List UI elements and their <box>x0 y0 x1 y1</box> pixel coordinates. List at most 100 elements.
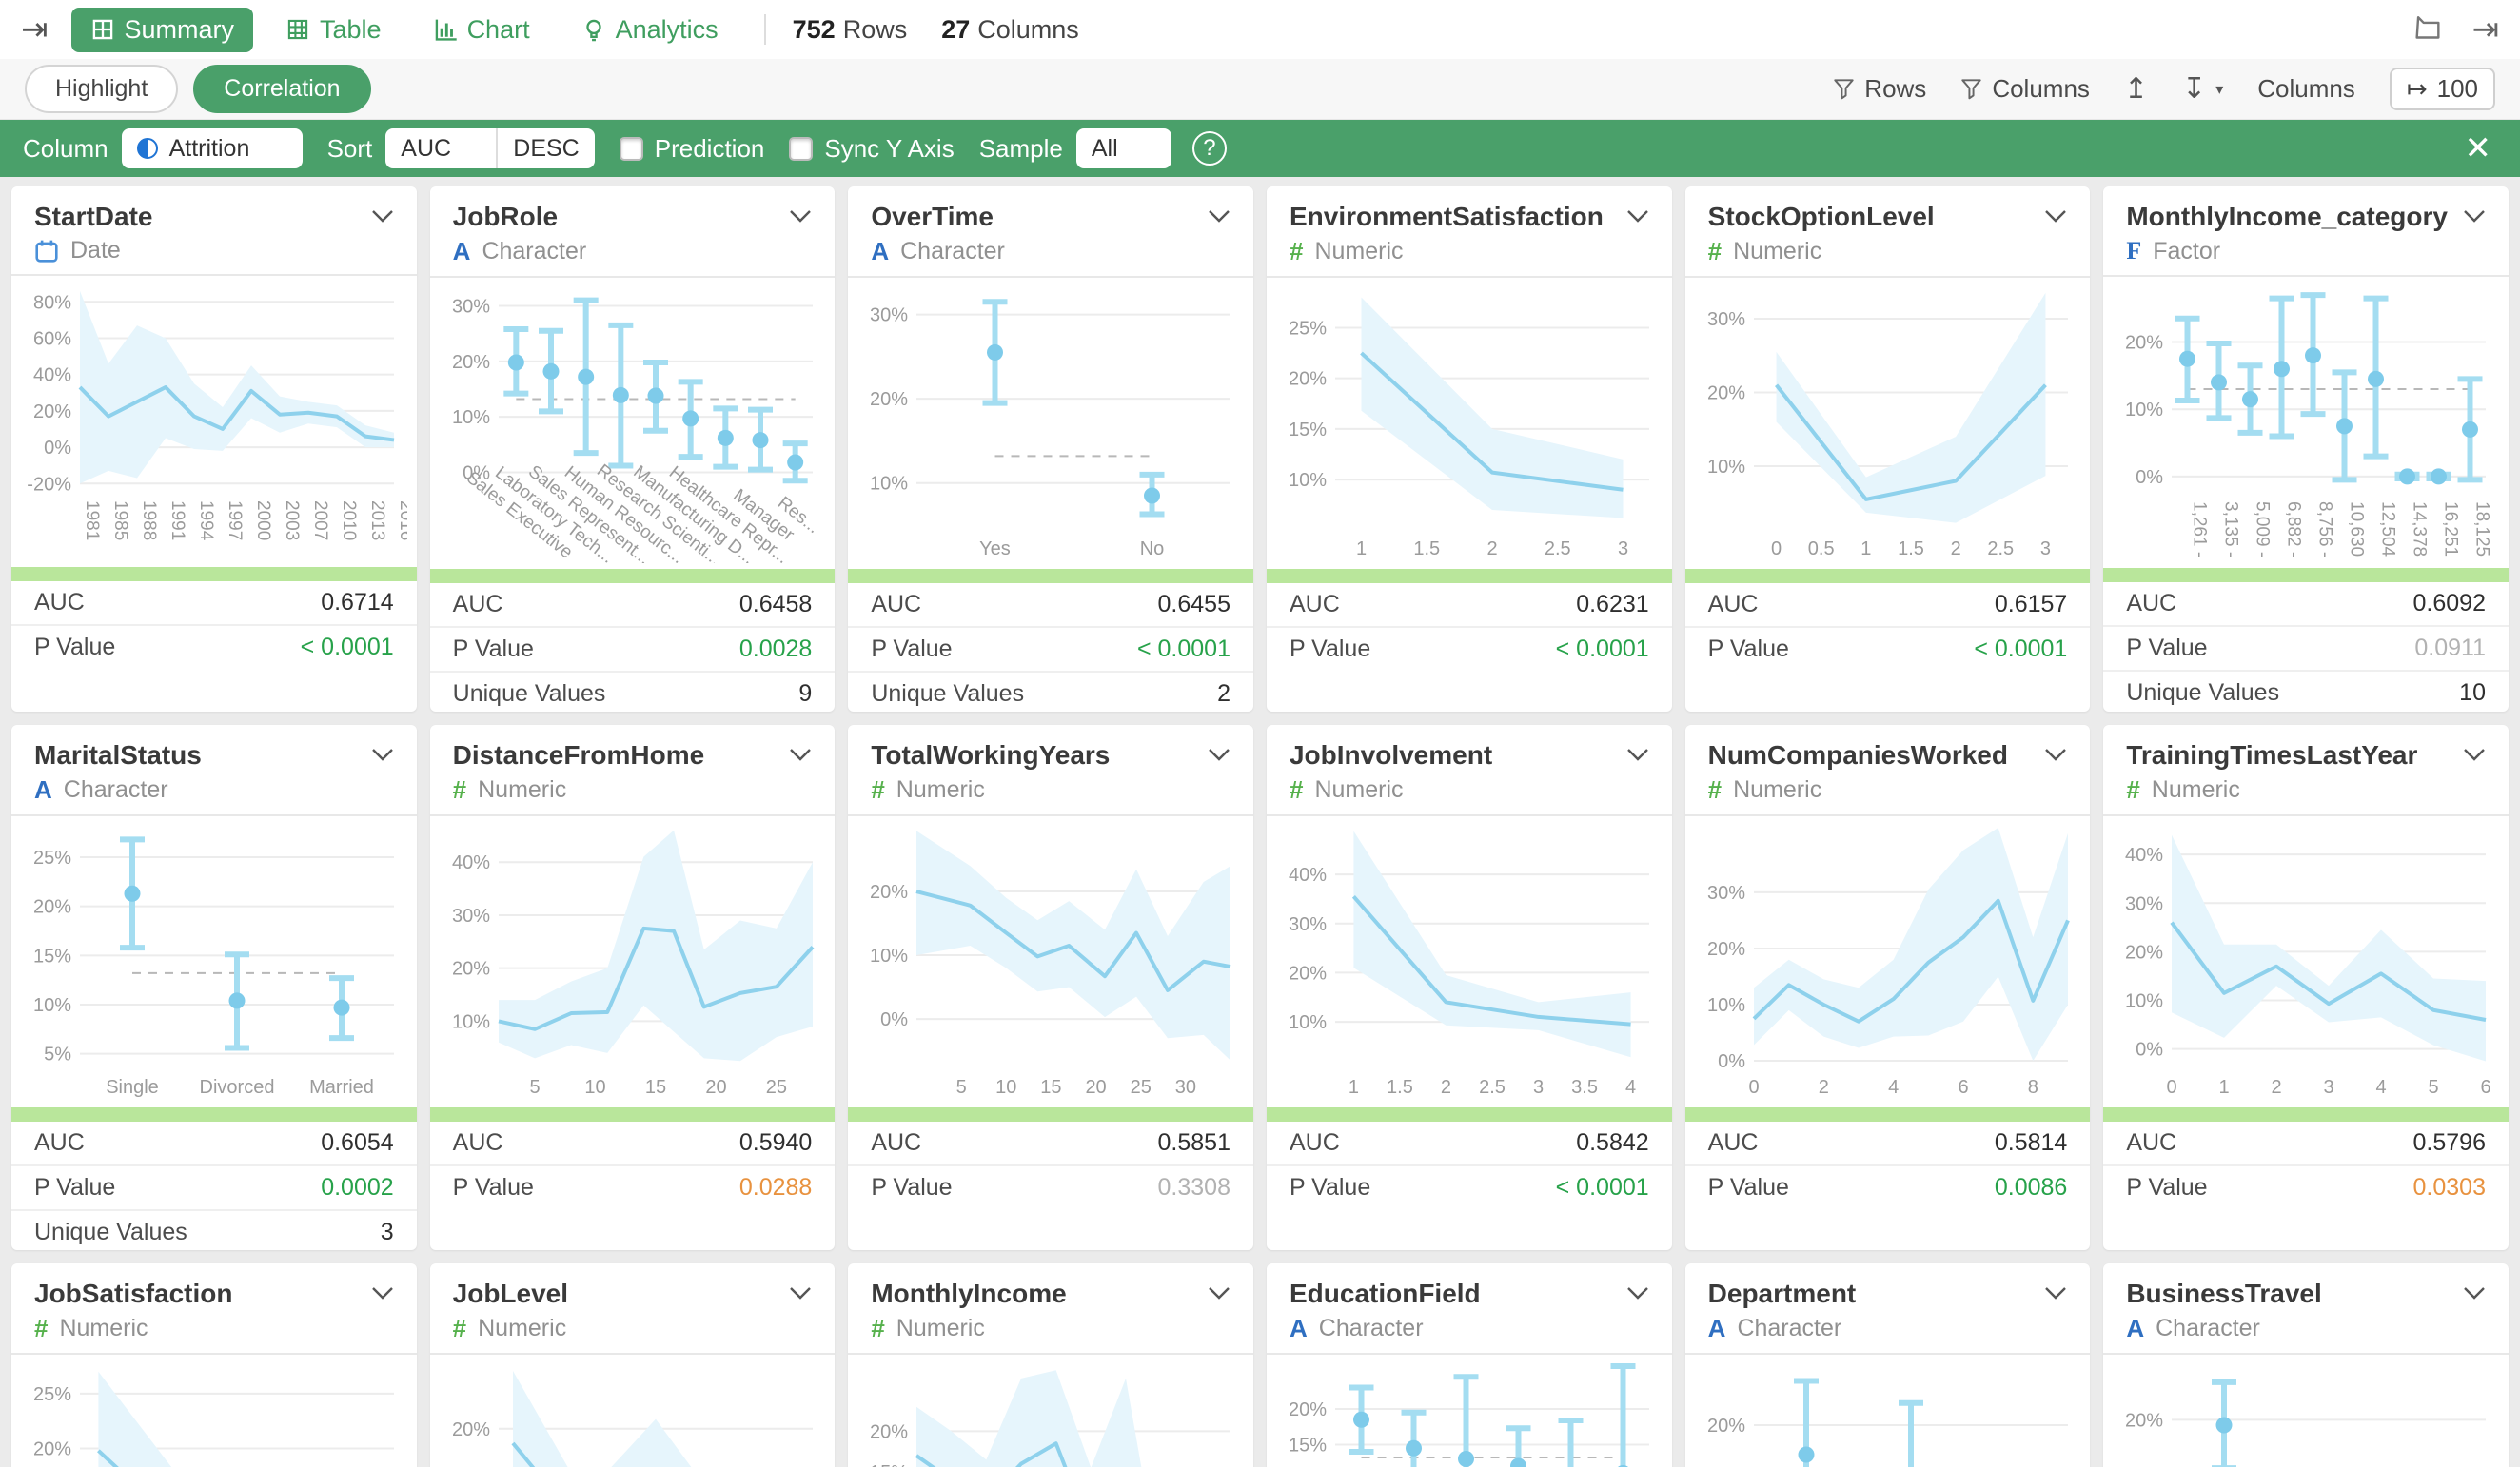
svg-text:12,504 -: 12,504 - <box>2378 501 2398 562</box>
svg-text:20%: 20% <box>2125 1410 2163 1431</box>
metric-label: AUC <box>1290 591 1340 618</box>
chevron-down-icon[interactable] <box>1208 209 1230 223</box>
column-chart: 30%20%10%0%02468 <box>1685 816 2091 1102</box>
chevron-down-icon[interactable] <box>2044 748 2067 761</box>
metric-label: AUC <box>2126 590 2176 617</box>
svg-text:1: 1 <box>1349 1077 1359 1098</box>
svg-text:20%: 20% <box>1289 963 1327 984</box>
svg-text:2.5: 2.5 <box>1987 538 2014 559</box>
tab-analytics[interactable]: Analytics <box>562 8 738 52</box>
column-chart-svg: 40%30%20%10%0%0123456 <box>2113 816 2499 1102</box>
expand-panel-icon[interactable]: ⇥ <box>2472 10 2500 49</box>
p-value-row: P Value0.0086 <box>1685 1164 2091 1209</box>
chevron-down-icon[interactable] <box>1208 748 1230 761</box>
column-card: BusinessTravelACharacter20%10%Travel_Fre… <box>2103 1263 2509 1467</box>
correlation-button[interactable]: Correlation <box>193 65 370 113</box>
collapse-panel-icon[interactable]: ⇥ <box>21 10 49 49</box>
help-icon[interactable]: ? <box>1192 131 1227 166</box>
filter-rows-button[interactable]: Rows <box>1833 74 1926 104</box>
auc-row: AUC0.6714 <box>11 581 417 624</box>
highlight-button[interactable]: Highlight <box>25 65 178 113</box>
column-type: #Numeric <box>1708 237 1935 266</box>
card-title: JobInvolvement <box>1290 740 1492 771</box>
card-title: MonthlyIncome_category <box>2126 202 2448 232</box>
chevron-down-icon[interactable] <box>1208 1286 1230 1300</box>
svg-text:2007: 2007 <box>310 500 330 540</box>
column-card: EnvironmentSatisfaction#Numeric25%20%15%… <box>1267 186 1672 712</box>
svg-text:25%: 25% <box>33 848 71 869</box>
svg-text:2013: 2013 <box>367 500 387 540</box>
correlation-command-bar: Column Attrition Sort AUC DESC Predictio… <box>0 120 2520 177</box>
svg-text:0%: 0% <box>880 1009 908 1030</box>
chevron-down-icon[interactable] <box>1626 209 1649 223</box>
column-type: ACharacter <box>2126 1314 2321 1343</box>
svg-text:40%: 40% <box>452 852 490 873</box>
p-value-row: P Value< 0.0001 <box>1685 626 2091 671</box>
toolbar-divider <box>764 14 766 45</box>
metric-value: 0.6054 <box>321 1129 393 1157</box>
unique-values-row: Unique Values10 <box>2103 670 2509 712</box>
svg-text:30%: 30% <box>452 906 490 927</box>
chevron-down-icon[interactable] <box>1626 748 1649 761</box>
column-type: ACharacter <box>1290 1314 1481 1343</box>
comment-icon[interactable] <box>2412 13 2444 46</box>
chevron-down-icon[interactable] <box>2463 748 2486 761</box>
column-type: ACharacter <box>34 775 202 805</box>
metric-label: P Value <box>2126 1174 2207 1202</box>
chevron-down-icon[interactable] <box>789 209 812 223</box>
svg-text:1,261 - 3: 1,261 - 3 <box>2190 501 2210 562</box>
factor-type-icon: F <box>2126 237 2141 265</box>
svg-text:20%: 20% <box>1289 369 1327 390</box>
column-card: JobRoleACharacter30%20%10%0%Sales Execut… <box>430 186 836 712</box>
columns-limit-box[interactable]: ↦ 100 <box>2390 68 2495 110</box>
chevron-down-icon[interactable] <box>2463 1286 2486 1300</box>
filter-columns-button[interactable]: Columns <box>1960 74 2090 104</box>
auc-row: AUC0.5940 <box>430 1122 836 1164</box>
chevron-down-icon[interactable] <box>2044 1286 2067 1300</box>
chevron-down-icon[interactable] <box>371 1286 394 1300</box>
chevron-down-icon[interactable] <box>1626 1286 1649 1300</box>
svg-text:5%: 5% <box>44 1045 71 1066</box>
sync-y-axis-checkbox[interactable]: Sync Y Axis <box>789 134 954 164</box>
column-chart-svg: 40%30%20%10%11.522.533.54 <box>1276 816 1663 1102</box>
sort-direction-select[interactable]: DESC <box>498 128 594 168</box>
prediction-checkbox[interactable]: Prediction <box>620 134 765 164</box>
column-card: DistanceFromHome#Numeric40%30%20%10%5101… <box>430 725 836 1250</box>
chevron-down-icon[interactable] <box>2463 209 2486 223</box>
metric-value: 0.5814 <box>1995 1129 2067 1157</box>
metric-value: 0.6157 <box>1995 591 2067 618</box>
chevron-down-icon[interactable] <box>789 1286 812 1300</box>
svg-text:1: 1 <box>1860 538 1871 559</box>
svg-text:2003: 2003 <box>282 500 302 540</box>
column-card: JobLevel#Numeric20%15%10%5%12345 <box>430 1263 836 1467</box>
svg-text:1: 1 <box>2219 1077 2230 1098</box>
tab-chart[interactable]: Chart <box>414 8 549 52</box>
chevron-down-icon[interactable] <box>2044 209 2067 223</box>
target-column-select[interactable]: Attrition <box>122 128 303 168</box>
svg-text:2: 2 <box>2272 1077 2282 1098</box>
close-icon[interactable]: ✕ <box>2459 129 2498 167</box>
unique-values-row: Unique Values3 <box>11 1209 417 1250</box>
column-type-label: Character <box>1319 1315 1424 1342</box>
chevron-down-icon[interactable] <box>371 748 394 761</box>
logical-type-icon <box>137 138 158 159</box>
significance-bar <box>1685 1107 2091 1122</box>
significance-bar <box>2103 1107 2509 1122</box>
svg-text:3: 3 <box>1618 538 1628 559</box>
chevron-down-icon[interactable] <box>371 209 394 223</box>
chevron-down-icon[interactable] <box>789 748 812 761</box>
metric-label: AUC <box>453 591 503 618</box>
column-type: Date <box>34 237 152 264</box>
sample-select[interactable]: All <box>1076 128 1171 168</box>
tab-summary[interactable]: Summary <box>71 8 254 52</box>
tab-table[interactable]: Table <box>266 8 401 52</box>
sort-by-select[interactable]: AUC <box>385 128 498 168</box>
filter-icon <box>1960 78 1982 100</box>
column-type: #Numeric <box>1290 775 1492 805</box>
column-chart-svg: 20%15%10%5%0%5,00010,00015,000 <box>857 1355 1244 1467</box>
column-card: MonthlyIncome_categoryFFactor20%10%0%1,2… <box>2103 186 2509 712</box>
svg-text:8,756 - 1: 8,756 - 1 <box>2315 501 2335 562</box>
p-value-row: P Value< 0.0001 <box>11 624 417 669</box>
export-up-icon[interactable]: ↥ <box>2124 72 2148 106</box>
download-menu-icon[interactable]: ↧▾ <box>2182 72 2223 106</box>
